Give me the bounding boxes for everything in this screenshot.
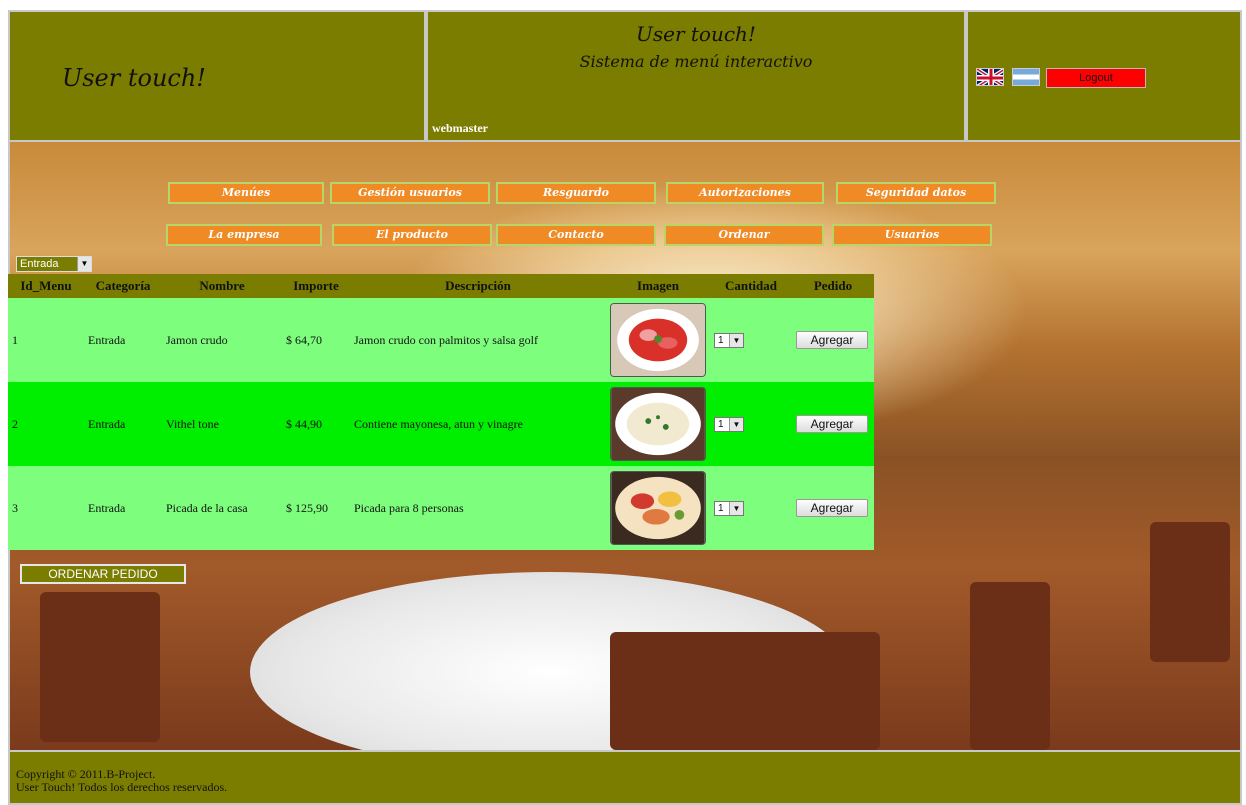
table-row: 2 Entrada Vithel tone $ 44,90 Contiene m… — [8, 382, 874, 466]
page-title: User touch! — [636, 22, 756, 46]
chair-image — [610, 632, 880, 750]
current-user-label: webmaster — [432, 121, 488, 135]
cell-nombre: Jamon crudo — [162, 298, 282, 382]
column-header-descripcion: Descripción — [350, 274, 606, 298]
cell-nombre: Vithel tone — [162, 382, 282, 466]
table-row: 3 Entrada Picada de la casa $ 125,90 Pic… — [8, 466, 874, 550]
cell-imagen — [606, 466, 710, 550]
cell-nombre: Picada de la casa — [162, 466, 282, 550]
nav-menues[interactable]: Menúes — [168, 182, 324, 204]
chevron-down-icon: ▼ — [729, 502, 743, 515]
quantity-select[interactable]: 1 ▼ — [714, 333, 744, 348]
footer: Copyright © 2011.B-Project. User Touch! … — [8, 750, 1242, 805]
cell-cantidad: 1 ▼ — [710, 298, 792, 382]
header-brand-panel: User touch! — [8, 10, 426, 142]
chevron-down-icon: ▼ — [729, 334, 743, 347]
cell-categoria: Entrada — [84, 382, 162, 466]
category-filter-value: Entrada — [20, 258, 59, 270]
nav-el-producto[interactable]: El producto — [332, 224, 492, 246]
cell-descripcion: Jamon crudo con palmitos y salsa golf — [350, 298, 606, 382]
add-to-order-button[interactable]: Agregar — [796, 331, 868, 349]
nav-gestion-usuarios[interactable]: Gestión usuarios — [330, 182, 490, 204]
column-header-cantidad: Cantidad — [710, 274, 792, 298]
column-header-nombre: Nombre — [162, 274, 282, 298]
cell-id: 2 — [8, 382, 84, 466]
chevron-down-icon: ▼ — [729, 418, 743, 431]
column-header-categoria: Categoría — [84, 274, 162, 298]
cell-categoria: Entrada — [84, 466, 162, 550]
nav-resguardo[interactable]: Resguardo — [496, 182, 656, 204]
chair-image — [970, 582, 1050, 750]
spanish-flag-icon[interactable] — [1012, 68, 1040, 86]
cell-pedido: Agregar — [792, 298, 874, 382]
nav-seguridad-datos[interactable]: Seguridad datos — [836, 182, 996, 204]
cell-pedido: Agregar — [792, 382, 874, 466]
quantity-value: 1 — [718, 419, 724, 430]
cell-id: 1 — [8, 298, 84, 382]
cell-importe: $ 44,90 — [282, 382, 350, 466]
uk-flag-graphic — [977, 69, 1003, 85]
chevron-down-icon: ▼ — [77, 257, 91, 271]
quantity-select[interactable]: 1 ▼ — [714, 501, 744, 516]
cell-descripcion: Contiene mayonesa, atun y vinagre — [350, 382, 606, 466]
quantity-value: 1 — [718, 503, 724, 514]
menu-table: Id_Menu Categoría Nombre Importe Descrip… — [8, 274, 874, 550]
nav-contacto[interactable]: Contacto — [496, 224, 656, 246]
column-header-importe: Importe — [282, 274, 350, 298]
header-title-panel: User touch! Sistema de menú interactivo … — [426, 10, 966, 142]
nav-la-empresa[interactable]: La empresa — [166, 224, 322, 246]
column-header-id: Id_Menu — [8, 274, 84, 298]
vitel-plate-image — [610, 387, 706, 461]
column-header-imagen: Imagen — [606, 274, 710, 298]
order-submit-button[interactable]: ORDENAR PEDIDO — [20, 564, 186, 584]
logout-button[interactable]: Logout — [1046, 68, 1146, 88]
quantity-value: 1 — [718, 335, 724, 346]
cell-id: 3 — [8, 466, 84, 550]
cell-importe: $ 125,90 — [282, 466, 350, 550]
nav-usuarios[interactable]: Usuarios — [832, 224, 992, 246]
add-to-order-button[interactable]: Agregar — [796, 499, 868, 517]
ham-plate-image — [610, 303, 706, 377]
nav-autorizaciones[interactable]: Autorizaciones — [666, 182, 824, 204]
rights-text: User Touch! Todos los derechos reservado… — [16, 780, 228, 794]
add-to-order-button[interactable]: Agregar — [796, 415, 868, 433]
header-actions-panel: Logout — [966, 10, 1242, 142]
english-flag-icon[interactable] — [976, 68, 1004, 86]
chair-image — [1150, 522, 1230, 662]
category-filter-select[interactable]: Entrada ▼ — [16, 256, 92, 272]
cell-imagen — [606, 382, 710, 466]
cell-descripcion: Picada para 8 personas — [350, 466, 606, 550]
cell-cantidad: 1 ▼ — [710, 382, 792, 466]
table-header-row: Id_Menu Categoría Nombre Importe Descrip… — [8, 274, 874, 298]
cell-categoria: Entrada — [84, 298, 162, 382]
nav-ordenar[interactable]: Ordenar — [664, 224, 824, 246]
cell-cantidad: 1 ▼ — [710, 466, 792, 550]
cell-imagen — [606, 298, 710, 382]
quantity-select[interactable]: 1 ▼ — [714, 417, 744, 432]
column-header-pedido: Pedido — [792, 274, 874, 298]
chair-image — [40, 592, 160, 742]
cell-pedido: Agregar — [792, 466, 874, 550]
cell-importe: $ 64,70 — [282, 298, 350, 382]
picada-plate-image — [610, 471, 706, 545]
page-subtitle: Sistema de menú interactivo — [579, 52, 813, 71]
brand-logo-text: User touch! — [62, 64, 206, 92]
table-row: 1 Entrada Jamon crudo $ 64,70 Jamon crud… — [8, 298, 874, 382]
